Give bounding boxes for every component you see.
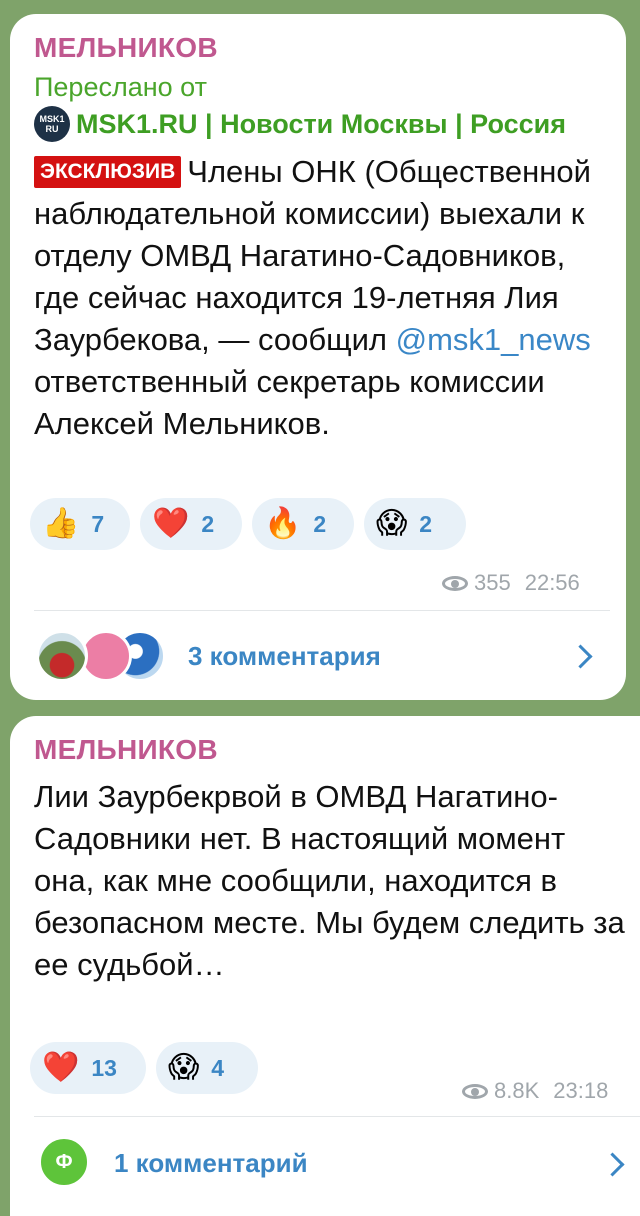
thumbs-up-icon: 👍 — [42, 506, 80, 541]
message-text: Лии Заурбекрвой в ОМВД Нагатино-Садовник… — [34, 779, 625, 982]
message-bubble-2: МЕЛЬНИКОВ Лии Заурбекрвой в ОМВД Нагатин… — [10, 716, 640, 1216]
reaction-count: 7 — [91, 510, 105, 537]
message-author[interactable]: МЕЛЬНИКОВ — [34, 32, 218, 64]
reaction-scream[interactable]: 😱 4 — [156, 1042, 258, 1094]
heart-icon: ❤️ — [152, 506, 190, 541]
message-meta: 8.8K 23:18 — [462, 1078, 608, 1104]
reaction-count: 2 — [419, 510, 433, 537]
view-count: 355 — [474, 570, 511, 595]
reaction-count: 4 — [211, 1054, 225, 1081]
message-author[interactable]: МЕЛЬНИКОВ — [34, 734, 218, 766]
scream-icon: 😱 — [376, 506, 408, 541]
scream-icon: 😱 — [168, 1050, 200, 1085]
chevron-right-icon — [600, 1152, 625, 1177]
comments-link[interactable]: 3 комментария — [188, 641, 381, 672]
divider — [34, 1116, 640, 1117]
commenter-avatar: Ф — [38, 1136, 90, 1188]
heart-icon: ❤️ — [42, 1050, 80, 1085]
exclusive-badge: ЭКСКЛЮЗИВ — [34, 156, 182, 188]
reaction-heart[interactable]: ❤️ 2 — [140, 498, 242, 550]
message-bubble-1: МЕЛЬНИКОВ Переслано от MSK1 RU MSK1.RU |… — [10, 14, 626, 700]
reaction-count: 2 — [313, 510, 327, 537]
channel-logo-icon: MSK1 RU — [34, 106, 70, 142]
comments-link[interactable]: 1 комментарий — [114, 1148, 308, 1179]
divider — [34, 610, 610, 611]
message-text-part: ответственный секретарь комиссии Алексей… — [34, 364, 545, 441]
reaction-count: 13 — [91, 1054, 117, 1081]
message-meta: 355 22:56 — [442, 570, 580, 596]
mention-link[interactable]: @msk1_news — [396, 322, 591, 357]
commenter-avatar — [36, 630, 88, 682]
reaction-count: 2 — [201, 510, 215, 537]
views-eye-icon — [442, 575, 468, 591]
reaction-thumbs-up[interactable]: 👍 7 — [30, 498, 130, 550]
message-time: 22:56 — [524, 570, 580, 595]
view-count: 8.8K — [494, 1078, 540, 1103]
chevron-right-icon — [568, 644, 593, 669]
forwarded-label: Переслано от — [34, 72, 207, 102]
reaction-scream[interactable]: 😱 2 — [364, 498, 466, 550]
message-text: ЭКСКЛЮЗИВ Члены ОНК (Общественной наблюда… — [34, 151, 609, 445]
forward-source-name: MSK1.RU | Новости Москвы | Россия — [76, 108, 567, 139]
views-eye-icon — [462, 1083, 488, 1099]
forward-source[interactable]: MSK1 RU MSK1.RU | Новости Москвы | Росси… — [34, 106, 566, 142]
reaction-heart[interactable]: ❤️ 13 — [30, 1042, 146, 1094]
message-time: 23:18 — [553, 1078, 609, 1103]
fire-icon: 🔥 — [264, 506, 302, 541]
reaction-fire[interactable]: 🔥 2 — [252, 498, 354, 550]
